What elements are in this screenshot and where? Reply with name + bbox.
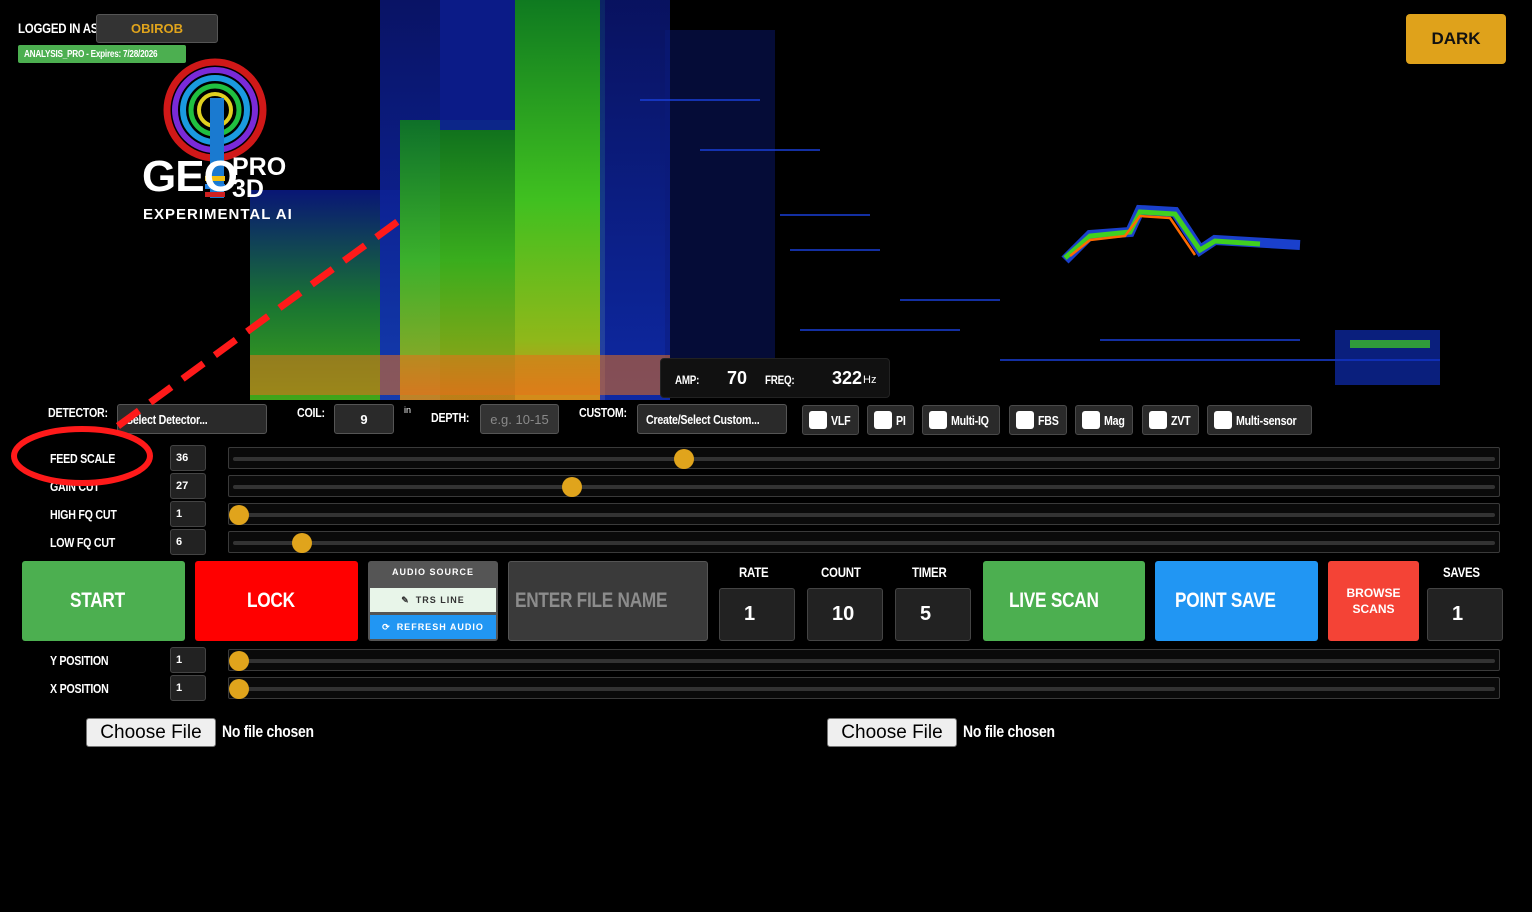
y-position-value: 1 bbox=[170, 647, 206, 673]
feed-scale-slider[interactable] bbox=[228, 447, 1500, 469]
coil-input[interactable]: 9 bbox=[334, 404, 394, 434]
type-checkbox-multi-iq[interactable]: Multi-IQ bbox=[922, 405, 1000, 435]
freq-label: FREQ: bbox=[765, 373, 795, 387]
checkbox-icon[interactable] bbox=[929, 411, 947, 429]
count-label: COUNT bbox=[820, 564, 861, 580]
detector-select[interactable]: Select Detector... bbox=[117, 404, 267, 434]
refresh-audio-button[interactable]: ⟳ REFRESH AUDIO bbox=[370, 615, 496, 639]
x-position-slider[interactable] bbox=[228, 677, 1500, 699]
audio-source-title: AUDIO SOURCE bbox=[391, 567, 474, 577]
no-file-label-left: No file chosen bbox=[222, 722, 314, 741]
x-position-label: X POSITION bbox=[50, 681, 109, 696]
gain-cut-label: GAIN CUT bbox=[50, 479, 100, 494]
feed-scale-value: 36 bbox=[170, 445, 206, 471]
type-checkbox-fbs[interactable]: FBS bbox=[1009, 405, 1067, 435]
gain-cut-slider[interactable] bbox=[228, 475, 1500, 497]
x-position-value: 1 bbox=[170, 675, 206, 701]
depth-input[interactable]: e.g. 10-15 bbox=[480, 404, 559, 434]
type-checkbox-pi[interactable]: PI bbox=[867, 405, 914, 435]
low-fq-cut-value: 6 bbox=[170, 529, 206, 555]
point-save-button[interactable]: POINT SAVE bbox=[1155, 561, 1318, 641]
amp-value: 70 bbox=[727, 368, 748, 388]
checkbox-icon[interactable] bbox=[1016, 411, 1034, 429]
username-display: OBIROB bbox=[96, 14, 218, 43]
lock-button[interactable]: LOCK bbox=[195, 561, 358, 641]
rate-label: RATE bbox=[739, 564, 769, 580]
logo-geo-text: GEO bbox=[142, 152, 238, 201]
custom-select[interactable]: Create/Select Custom... bbox=[637, 404, 787, 434]
depth-label: DEPTH: bbox=[431, 410, 470, 425]
slider-thumb[interactable] bbox=[561, 477, 582, 497]
type-checkbox-multi-sensor[interactable]: Multi-sensor bbox=[1207, 405, 1312, 435]
low-fq-cut-slider[interactable] bbox=[228, 531, 1500, 553]
logo-subtitle: EXPERIMENTAL AI bbox=[143, 206, 293, 223]
theme-toggle-button[interactable]: DARK bbox=[1406, 14, 1506, 64]
amp-freq-readout: AMP: 70 FREQ: 322 Hz bbox=[660, 358, 890, 398]
low-fq-cut-label: LOW FQ CUT bbox=[50, 535, 116, 550]
type-checkbox-zvt[interactable]: ZVT bbox=[1142, 405, 1199, 435]
checkbox-icon[interactable] bbox=[1214, 411, 1232, 429]
freq-value: 322 bbox=[832, 368, 863, 388]
start-button[interactable]: START bbox=[22, 561, 185, 641]
y-position-slider[interactable] bbox=[228, 649, 1500, 671]
amp-label: AMP: bbox=[675, 373, 700, 387]
freq-unit: Hz bbox=[863, 374, 877, 386]
checkbox-icon[interactable] bbox=[809, 411, 827, 429]
mic-icon: ✎ bbox=[401, 594, 410, 605]
count-input[interactable]: 10 bbox=[807, 588, 883, 641]
refresh-icon: ⟳ bbox=[382, 621, 391, 632]
audio-source-panel: AUDIO SOURCE ✎ TRS LINE ⟳ REFRESH AUDIO bbox=[368, 561, 498, 641]
feed-scale-label: FEED SCALE bbox=[50, 451, 116, 466]
high-fq-cut-value: 1 bbox=[170, 501, 206, 527]
no-file-label-right: No file chosen bbox=[963, 722, 1055, 741]
slider-thumb[interactable] bbox=[674, 449, 694, 469]
checkbox-icon[interactable] bbox=[1149, 411, 1167, 429]
coil-unit: in bbox=[404, 405, 412, 415]
timer-input[interactable]: 5 bbox=[895, 588, 971, 641]
rate-input[interactable]: 1 bbox=[719, 588, 795, 641]
type-checkbox-vlf[interactable]: VLF bbox=[802, 405, 859, 435]
slider-thumb[interactable] bbox=[291, 533, 312, 553]
choose-file-button-right[interactable]: Choose File bbox=[827, 718, 957, 747]
slider-thumb[interactable] bbox=[229, 679, 249, 699]
logo-pro-text: PRO 3D bbox=[232, 153, 287, 203]
slider-thumb[interactable] bbox=[229, 651, 249, 671]
timer-label: TIMER bbox=[911, 564, 947, 580]
audio-source-select[interactable]: ✎ TRS LINE bbox=[370, 588, 496, 612]
high-fq-cut-slider[interactable] bbox=[228, 503, 1500, 525]
gain-cut-value: 27 bbox=[170, 473, 206, 499]
detector-label: DETECTOR: bbox=[48, 405, 108, 420]
saves-label: SAVES bbox=[1442, 564, 1480, 580]
slider-thumb[interactable] bbox=[229, 505, 249, 525]
checkbox-icon[interactable] bbox=[874, 411, 892, 429]
y-position-label: Y POSITION bbox=[50, 653, 109, 668]
high-fq-cut-label: HIGH FQ CUT bbox=[50, 507, 117, 522]
choose-file-button-left[interactable]: Choose File bbox=[86, 718, 216, 747]
type-checkbox-mag[interactable]: Mag bbox=[1075, 405, 1133, 435]
custom-label: CUSTOM: bbox=[579, 405, 627, 420]
saves-count: 1 bbox=[1427, 588, 1503, 641]
browse-scans-button[interactable]: BROWSE SCANS bbox=[1328, 561, 1419, 641]
coil-label: COIL: bbox=[297, 405, 325, 420]
live-scan-button[interactable]: LIVE SCAN bbox=[983, 561, 1145, 641]
file-name-input[interactable]: ENTER FILE NAME bbox=[508, 561, 708, 641]
checkbox-icon[interactable] bbox=[1082, 411, 1100, 429]
